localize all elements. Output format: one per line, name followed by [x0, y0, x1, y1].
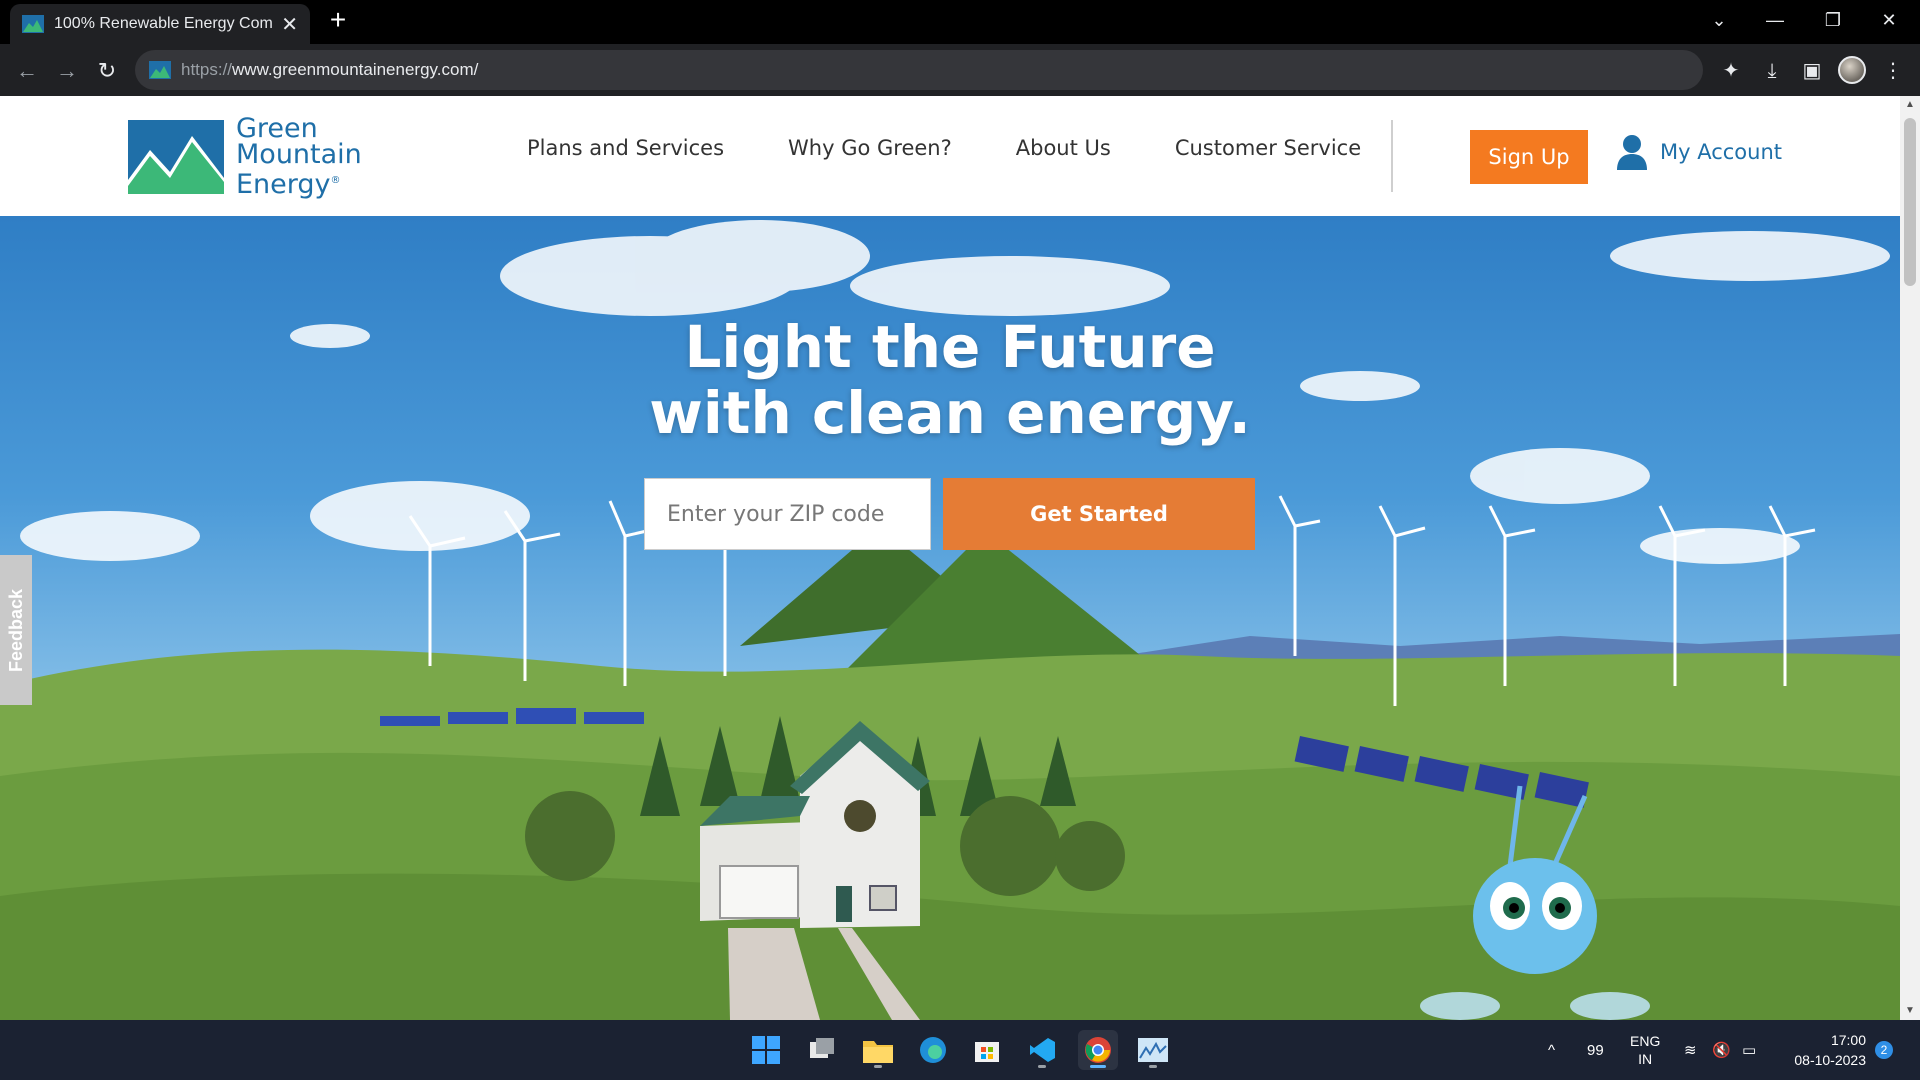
monitor-chart-icon	[1138, 1038, 1168, 1062]
windows-taskbar: ^ 99 ENG IN ≋ 🔇 ▭ 17:00 08-10-2023 2	[0, 1020, 1920, 1080]
minimize-button[interactable]: —	[1752, 4, 1798, 36]
zip-code-input[interactable]	[644, 478, 931, 550]
nav-plans-and-services[interactable]: Plans and Services	[527, 136, 724, 160]
performance-monitor-button[interactable]	[1133, 1030, 1173, 1070]
folder-icon	[863, 1041, 893, 1063]
user-icon	[1617, 135, 1647, 170]
headline-line-2: with clean energy.	[649, 379, 1251, 447]
system-clock[interactable]: 17:00 08-10-2023	[1776, 1030, 1866, 1070]
new-tab-button[interactable]: +	[324, 6, 352, 34]
microsoft-store-button[interactable]	[967, 1030, 1007, 1070]
hero-banner: Light the Future with clean energy. Get …	[0, 216, 1900, 1020]
headline-line-1: Light the Future	[684, 313, 1216, 381]
edge-browser-button[interactable]	[913, 1030, 953, 1070]
chrome-icon	[1085, 1037, 1111, 1063]
nav-why-go-green[interactable]: Why Go Green?	[788, 136, 952, 160]
forward-button[interactable]: →	[52, 56, 82, 86]
region-code: IN	[1638, 1051, 1653, 1067]
feedback-tab[interactable]: Feedback	[0, 555, 32, 705]
wifi-icon[interactable]: ≋	[1684, 1020, 1697, 1080]
hero-headline: Light the Future with clean energy.	[0, 314, 1900, 446]
scrollbar-thumb[interactable]	[1904, 118, 1916, 286]
notification-badge[interactable]: 2	[1875, 1041, 1893, 1059]
scroll-down-arrow-icon[interactable]: ▼	[1905, 1006, 1915, 1016]
task-view-button[interactable]	[802, 1030, 842, 1070]
site-logo[interactable]: Green Mountain Energy®	[128, 115, 362, 200]
web-page: Green Mountain Energy® Plans and Service…	[0, 96, 1900, 1020]
site-header: Green Mountain Energy® Plans and Service…	[0, 96, 1900, 216]
profile-avatar[interactable]	[1838, 56, 1866, 84]
mountain-logo-icon	[128, 120, 224, 194]
edge-icon	[920, 1037, 946, 1063]
store-icon	[975, 1042, 999, 1062]
header-divider	[1391, 120, 1393, 192]
show-hidden-icons-button[interactable]: ^	[1548, 1020, 1555, 1080]
my-account-label: My Account	[1660, 140, 1783, 164]
windows-logo-icon	[752, 1036, 780, 1064]
registered-mark: ®	[330, 175, 341, 186]
extensions-puzzle-icon[interactable]: ✦	[1716, 56, 1746, 86]
clock-date: 08-10-2023	[1794, 1052, 1866, 1068]
scroll-up-arrow-icon[interactable]: ▲	[1905, 100, 1915, 110]
clock-time: 17:00	[1830, 1032, 1866, 1048]
address-bar[interactable]: https:// www.greenmountainenergy.com/	[135, 50, 1703, 90]
sign-up-button[interactable]: Sign Up	[1470, 130, 1588, 184]
restore-button[interactable]: ❐	[1810, 4, 1856, 36]
logo-wordmark: Green Mountain Energy®	[236, 115, 362, 200]
logo-line-2: Mountain	[236, 139, 362, 170]
chrome-button[interactable]	[1078, 1030, 1118, 1070]
nav-about-us[interactable]: About Us	[1016, 136, 1111, 160]
browser-tab[interactable]: 100% Renewable Energy Compa ✕	[10, 4, 310, 44]
side-panel-icon[interactable]: ▣	[1797, 56, 1827, 86]
task-view-icon	[810, 1038, 834, 1058]
close-window-button[interactable]: ✕	[1866, 4, 1912, 36]
site-info-icon[interactable]	[149, 61, 171, 79]
browser-tab-bar: 100% Renewable Energy Compa ✕ + ⌄ — ❐ ✕	[0, 0, 1920, 44]
url-host: www.greenmountainenergy.com/	[232, 60, 479, 79]
logo-line-3: Energy	[236, 169, 331, 200]
language-code: ENG	[1630, 1033, 1661, 1049]
vscode-button[interactable]	[1022, 1030, 1062, 1070]
vscode-icon	[1030, 1038, 1055, 1062]
battery-icon[interactable]: ▭	[1742, 1020, 1756, 1080]
page-scrollbar[interactable]: ▲ ▼	[1900, 96, 1920, 1020]
running-indicator	[1038, 1065, 1046, 1068]
running-indicator	[1149, 1065, 1157, 1068]
volume-muted-icon[interactable]: 🔇	[1712, 1020, 1731, 1080]
get-started-button[interactable]: Get Started	[943, 478, 1255, 550]
active-indicator	[1090, 1065, 1106, 1068]
close-tab-icon[interactable]: ✕	[281, 12, 298, 37]
chrome-menu-icon[interactable]: ⋮	[1878, 56, 1908, 86]
tab-title: 100% Renewable Energy Compa	[54, 15, 274, 32]
my-account-link[interactable]: My Account	[1616, 134, 1782, 170]
url-scheme: https://	[181, 60, 233, 79]
language-indicator[interactable]: ENG IN	[1630, 1020, 1660, 1080]
browser-toolbar: ← → ↻ https:// www.greenmountainenergy.c…	[0, 44, 1920, 96]
reload-button[interactable]: ↻	[92, 56, 122, 86]
main-navigation: Plans and Services Why Go Green? About U…	[527, 136, 1425, 160]
site-favicon-icon	[22, 15, 44, 33]
start-button[interactable]	[746, 1030, 786, 1070]
back-button[interactable]: ←	[12, 56, 42, 86]
tray-badge-count[interactable]: 99	[1587, 1020, 1604, 1080]
nav-customer-service[interactable]: Customer Service	[1175, 136, 1361, 160]
file-explorer-button[interactable]	[858, 1030, 898, 1070]
running-indicator	[874, 1065, 882, 1068]
download-icon[interactable]: ⤓	[1757, 56, 1787, 86]
tab-search-chevron-icon[interactable]: ⌄	[1696, 4, 1742, 36]
